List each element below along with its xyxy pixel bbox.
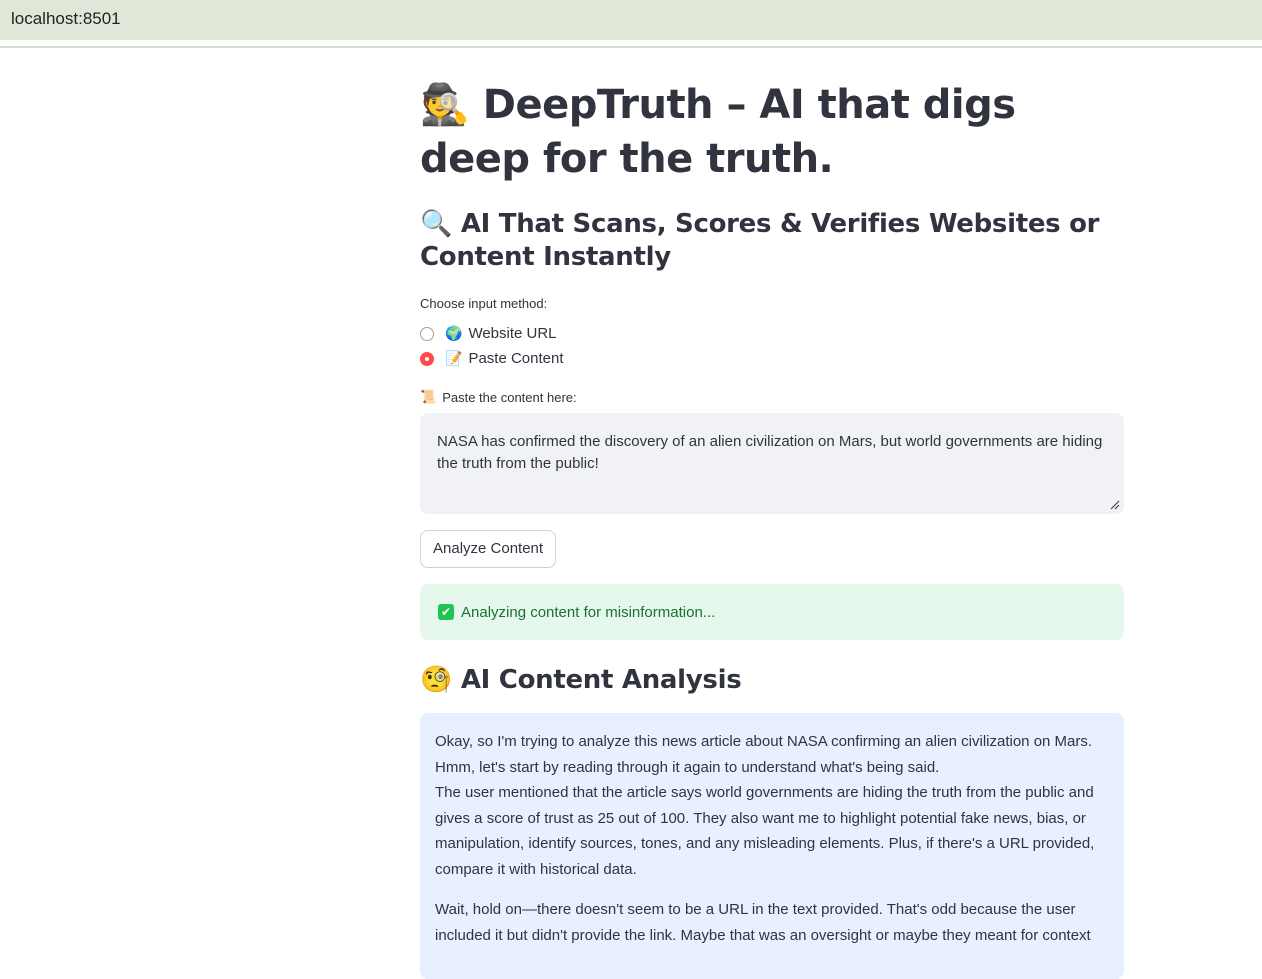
browser-address-bar[interactable]: localhost:8501 [0, 0, 1262, 40]
radio-option-website-url[interactable]: 🌍 Website URL [420, 321, 1124, 346]
check-mark-icon: ✔ [438, 604, 454, 620]
status-text: Analyzing content for misinformation... [461, 603, 716, 621]
input-method-label: Choose input method: [420, 296, 548, 311]
analysis-line: The user mentioned that the article says… [435, 784, 1095, 878]
analysis-result-box: Okay, so I'm trying to analyze this news… [420, 713, 1124, 979]
main-content: 🕵️ DeepTruth – AI that digs deep for the… [420, 78, 1124, 979]
radio-button-unchecked[interactable] [420, 326, 434, 341]
radio-button-checked[interactable] [420, 351, 434, 366]
analyze-content-button[interactable]: Analyze Content [420, 530, 557, 568]
browser-url[interactable]: localhost:8501 [11, 9, 121, 29]
content-textarea-value: NASA has confirmed the discovery of an a… [437, 433, 1103, 472]
analysis-line: Okay, so I'm trying to analyze this news… [435, 733, 1093, 776]
detective-icon: 🕵️ [420, 82, 470, 128]
radio-option-paste-content[interactable]: 📝 Paste Content [420, 346, 1124, 371]
radio-label-website-url: Website URL [468, 325, 557, 342]
resize-grip-icon[interactable] [1110, 500, 1120, 510]
memo-icon: 📝 [445, 350, 463, 366]
page-subtitle: 🔍 AI That Scans, Scores & Verifies Websi… [420, 208, 1124, 274]
divider [0, 46, 1262, 48]
scroll-icon: 📜 [420, 389, 437, 404]
page-title: 🕵️ DeepTruth – AI that digs deep for the… [420, 78, 1124, 186]
input-method-radio-group: 🌍 Website URL 📝 Paste Content [420, 321, 1124, 371]
analysis-heading-text: AI Content Analysis [460, 665, 742, 695]
analysis-paragraph: Okay, so I'm trying to analyze this news… [435, 729, 1109, 882]
page-title-text: DeepTruth – AI that digs deep for the tr… [420, 82, 1016, 182]
content-input-label: 📜 Paste the content here: [420, 389, 1124, 405]
radio-label-paste-content: Paste Content [468, 350, 564, 367]
magnifier-icon: 🔍 [420, 209, 453, 239]
status-success-alert: ✔ Analyzing content for misinformation..… [420, 584, 1124, 640]
content-input-label-text: Paste the content here: [442, 389, 577, 405]
monocle-face-icon: 🧐 [420, 665, 453, 695]
globe-icon: 🌍 [445, 325, 463, 341]
analysis-paragraph: Wait, hold on—there doesn't seem to be a… [435, 901, 1091, 944]
content-textarea[interactable]: NASA has confirmed the discovery of an a… [420, 413, 1124, 514]
page-subtitle-text: AI That Scans, Scores & Verifies Website… [420, 209, 1100, 272]
analysis-heading: 🧐 AI Content Analysis [420, 664, 1124, 697]
